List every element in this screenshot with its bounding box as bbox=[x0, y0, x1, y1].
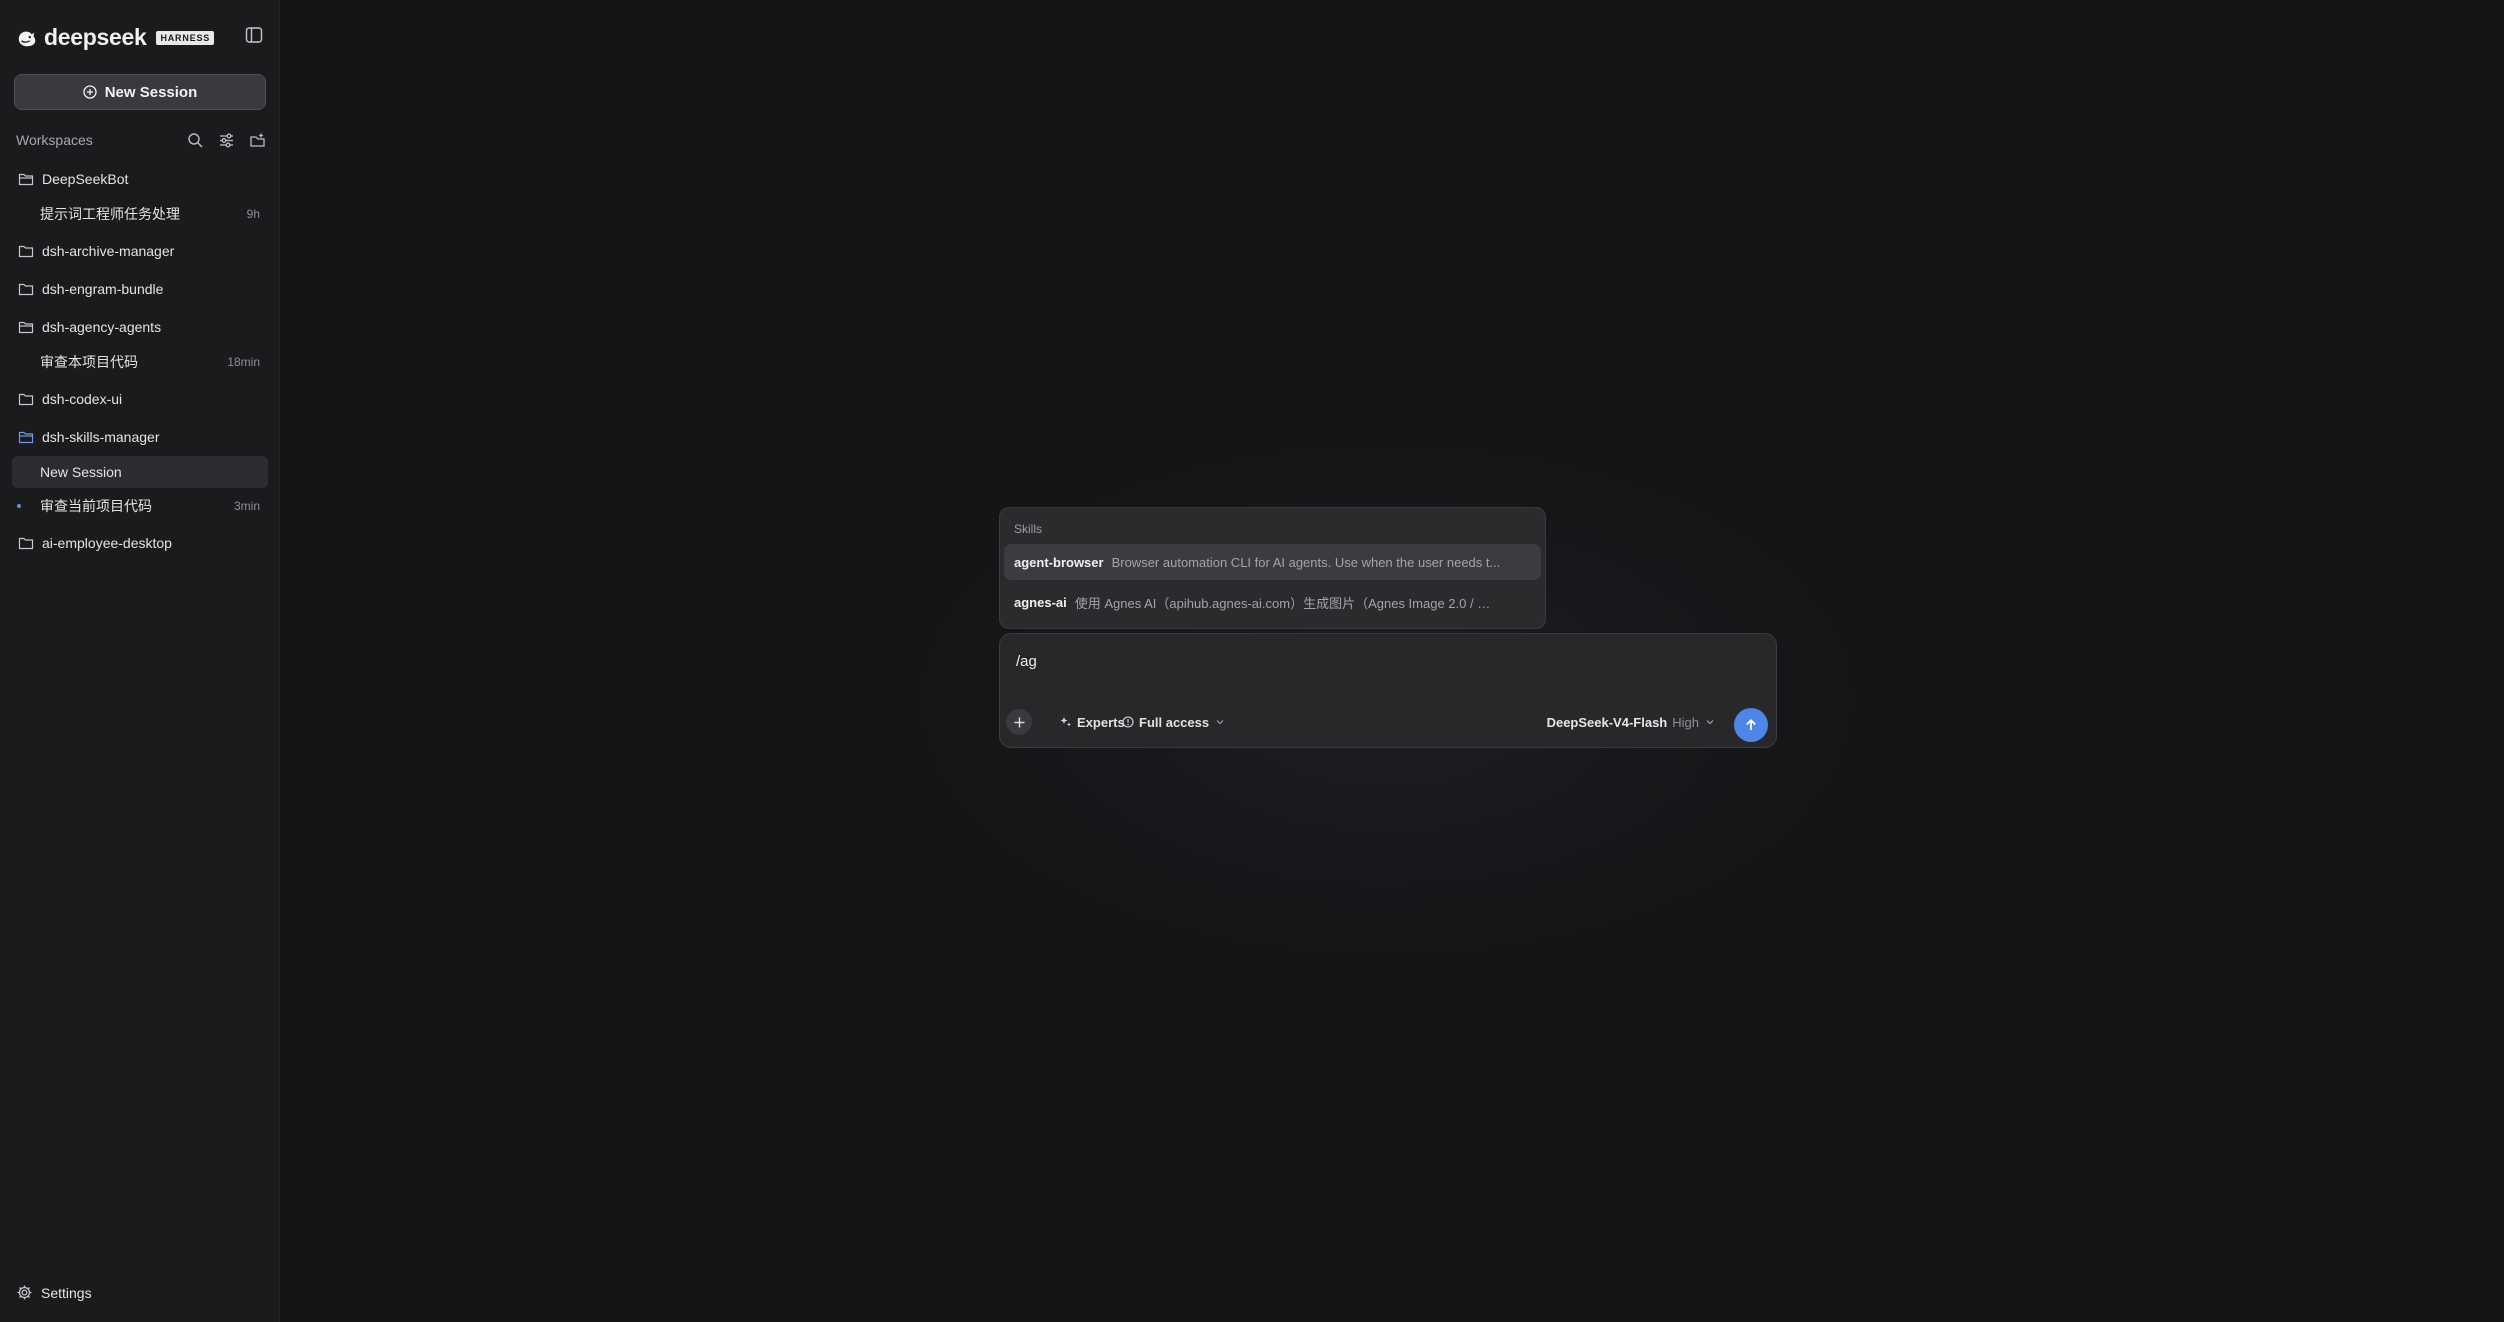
workspaces-title: Workspaces bbox=[16, 132, 93, 148]
sparkle-icon bbox=[1060, 717, 1071, 727]
app-window: deepseek HARNESS New Session Workspaces bbox=[0, 0, 2504, 1322]
experts-button[interactable]: Experts bbox=[1060, 713, 1125, 731]
main-area: Skills agent-browser Browser automation … bbox=[280, 0, 2504, 1322]
composer: Experts Full access DeepSeek-V4-Flash Hi… bbox=[999, 633, 1777, 748]
new-session-label: New Session bbox=[104, 83, 198, 101]
session-item-active[interactable]: New Session bbox=[12, 456, 268, 488]
session-time: 9h bbox=[246, 207, 260, 221]
toggle-sidebar-icon[interactable] bbox=[245, 26, 263, 44]
session-time: 18min bbox=[227, 355, 260, 369]
workspace-label: ai-employee-desktop bbox=[42, 535, 172, 551]
send-button[interactable] bbox=[1734, 708, 1768, 742]
skill-name: agnes-ai bbox=[1014, 594, 1067, 610]
skill-description: 使用 Agnes AI（apihub.agnes-ai.com）生成图片（Agn… bbox=[1074, 595, 1495, 611]
session-label: 提示词工程师任务处理 bbox=[40, 206, 180, 222]
access-mode-dropdown[interactable]: Full access bbox=[1122, 713, 1226, 731]
search-icon[interactable] bbox=[187, 132, 204, 149]
plus-circle-icon bbox=[83, 85, 97, 99]
settings-button[interactable]: Settings bbox=[16, 1284, 92, 1301]
workspace-label: dsh-skills-manager bbox=[42, 429, 160, 445]
session-time: 3min bbox=[233, 499, 260, 513]
workspace-item[interactable]: DeepSeekBot bbox=[12, 163, 268, 195]
folder-icon bbox=[18, 283, 34, 296]
workspace-label: dsh-archive-manager bbox=[42, 243, 175, 259]
skill-name: agent-browser bbox=[1014, 554, 1104, 570]
shield-icon bbox=[1122, 716, 1134, 728]
workspace-item[interactable]: dsh-agency-agents bbox=[12, 311, 268, 343]
attach-button[interactable] bbox=[1006, 709, 1032, 735]
workspace-label: dsh-codex-ui bbox=[42, 391, 123, 407]
workspaces-header: Workspaces bbox=[16, 130, 266, 150]
gear-icon bbox=[17, 1285, 32, 1300]
session-label: 审查当前项目代码 bbox=[40, 498, 152, 514]
folder-open-icon bbox=[18, 321, 34, 334]
workspace-label: DeepSeekBot bbox=[42, 171, 129, 187]
sidebar: deepseek HARNESS New Session Workspaces bbox=[0, 0, 280, 1322]
session-label: 审查本项目代码 bbox=[40, 354, 138, 370]
chevron-down-icon bbox=[1706, 720, 1714, 725]
brand-badge: HARNESS bbox=[156, 30, 215, 45]
session-item[interactable]: 审查本项目代码 18min bbox=[12, 346, 268, 378]
add-folder-icon[interactable] bbox=[249, 132, 266, 149]
model-picker-dropdown[interactable]: DeepSeek-V4-Flash High bbox=[1547, 713, 1716, 731]
workspace-label: dsh-engram-bundle bbox=[42, 281, 164, 297]
folder-icon bbox=[18, 245, 34, 258]
session-label: New Session bbox=[40, 464, 122, 480]
workspace-item[interactable]: ai-employee-desktop bbox=[12, 527, 268, 559]
skills-popup: Skills agent-browser Browser automation … bbox=[999, 507, 1546, 629]
session-item[interactable]: 审查当前项目代码 3min bbox=[12, 490, 268, 522]
skills-popup-title: Skills bbox=[1014, 522, 1043, 536]
prompt-input[interactable] bbox=[1014, 648, 1758, 674]
model-effort: High bbox=[1672, 714, 1699, 730]
brand: deepseek HARNESS bbox=[16, 24, 215, 51]
experts-label: Experts bbox=[1077, 714, 1125, 730]
new-session-button[interactable]: New Session bbox=[14, 74, 266, 110]
workspace-item[interactable]: dsh-archive-manager bbox=[12, 235, 268, 267]
skill-option-agnes-ai[interactable]: agnes-ai 使用 Agnes AI（apihub.agnes-ai.com… bbox=[1004, 584, 1541, 620]
settings-label: Settings bbox=[41, 1284, 92, 1301]
chevron-down-icon bbox=[1216, 720, 1224, 725]
brand-name: deepseek bbox=[44, 24, 147, 50]
workspace-label: dsh-agency-agents bbox=[42, 319, 162, 335]
arrow-up-icon bbox=[1746, 719, 1756, 730]
model-name: DeepSeek-V4-Flash bbox=[1546, 714, 1668, 730]
folder-open-icon bbox=[18, 173, 34, 186]
skill-description: Browser automation CLI for AI agents. Us… bbox=[1111, 554, 1501, 570]
whale-logo-icon bbox=[18, 31, 36, 46]
plus-icon bbox=[1014, 717, 1024, 727]
filter-sliders-icon[interactable] bbox=[218, 132, 235, 149]
access-label: Full access bbox=[1139, 714, 1210, 730]
session-item[interactable]: 提示词工程师任务处理 9h bbox=[12, 198, 268, 230]
skill-option-agent-browser[interactable]: agent-browser Browser automation CLI for… bbox=[1004, 544, 1541, 580]
folder-icon bbox=[18, 393, 34, 406]
folder-open-icon bbox=[18, 431, 34, 444]
workspace-item[interactable]: dsh-skills-manager bbox=[12, 421, 268, 453]
folder-icon bbox=[18, 537, 34, 550]
workspace-item[interactable]: dsh-codex-ui bbox=[12, 383, 268, 415]
workspace-item[interactable]: dsh-engram-bundle bbox=[12, 273, 268, 305]
